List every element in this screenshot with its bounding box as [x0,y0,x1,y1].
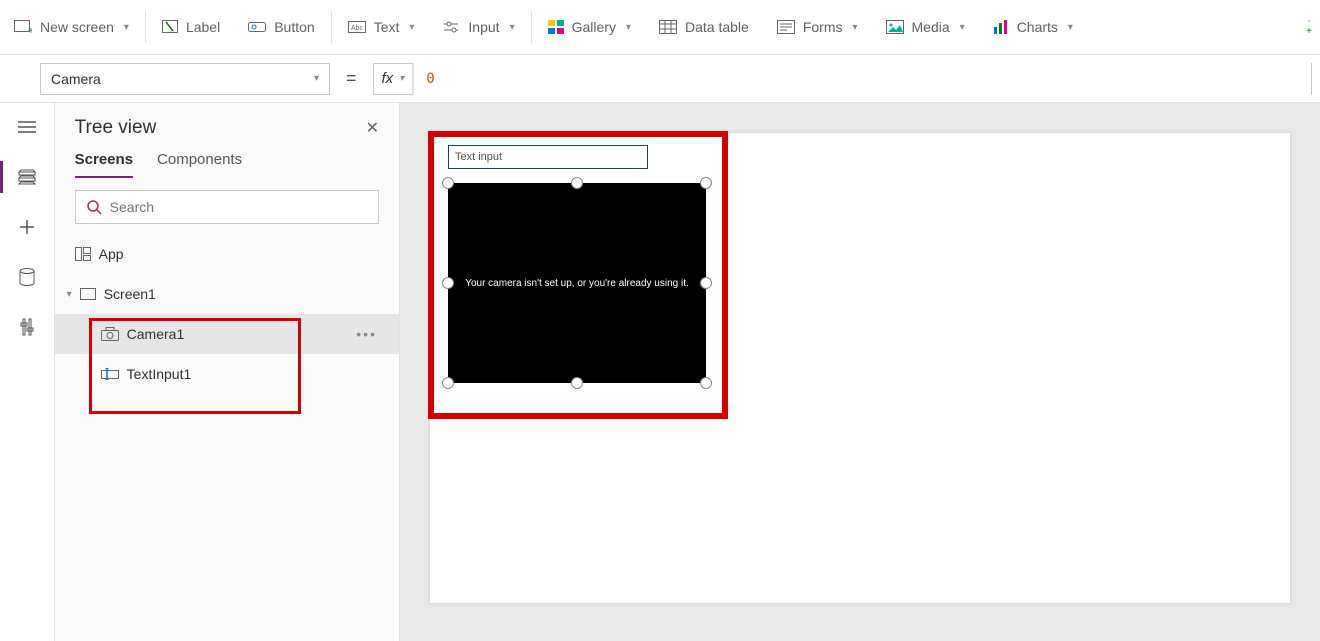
resize-handle-e[interactable] [700,277,712,289]
screen-icon: + [14,20,32,34]
plus-icon: + [1306,27,1312,37]
tree-node-label: TextInput1 [127,366,192,382]
app-icon [75,247,91,261]
new-screen-label: New screen [40,19,114,35]
resize-handle-nw[interactable] [442,177,454,189]
artboard-screen1[interactable]: Your camera isn't set up, or you're alre… [430,133,1290,603]
gallery-label: Gallery [572,19,616,35]
svg-text:Abc: Abc [351,25,364,32]
input-label: Input [468,19,499,35]
property-selector[interactable]: Camera ▾ [40,63,330,95]
main-area: Tree view ✕ Screens Components App ▾ Scr… [0,103,1320,641]
gallery-icon [548,20,564,34]
tree-node-app[interactable]: App [55,234,399,274]
canvas-text-input[interactable] [448,145,648,169]
tree-title: Tree view [75,117,157,139]
left-rail [0,103,55,641]
search-input[interactable] [110,199,368,215]
separator [145,11,146,43]
tree-tabs: Screens Components [55,145,399,178]
chevron-down-icon: ▾ [626,22,631,33]
charts-label: Charts [1017,19,1058,35]
chevron-down-icon: ▾ [314,73,319,84]
camera-icon [101,327,119,341]
tree-node-label: Camera1 [127,326,185,342]
media-icon [886,20,904,34]
tree-node-screen1[interactable]: ▾ Screen1 [55,274,399,314]
canvas-area[interactable]: Your camera isn't set up, or you're alre… [400,103,1320,641]
data-table-label: Data table [685,19,749,35]
canvas-camera-control[interactable]: Your camera isn't set up, or you're alre… [448,183,706,383]
hamburger-icon[interactable] [0,115,54,139]
label-icon [162,20,178,34]
camera-message: Your camera isn't set up, or you're alre… [465,278,689,289]
close-icon[interactable]: ✕ [366,118,379,138]
chevron-down-icon: ▾ [1068,22,1073,33]
formula-box: fx ▾ [373,63,1312,95]
tree-node-textinput1[interactable]: TextInput1 [55,354,399,394]
resize-handle-w[interactable] [442,277,454,289]
fx-button[interactable]: fx ▾ [374,64,414,94]
charts-icon [993,20,1009,34]
ribbon-overflow[interactable]: ◦ + [1306,17,1320,37]
tree-header: Tree view ✕ [55,103,399,145]
property-name: Camera [51,71,101,87]
formula-bar: Camera ▾ = fx ▾ [0,55,1320,103]
gallery-button[interactable]: Gallery ▾ [534,0,645,54]
button-button[interactable]: Button [234,0,328,54]
tree-node-label: App [99,246,124,262]
insert-rail-button[interactable] [0,215,54,239]
svg-text:+: + [28,26,32,34]
media-label: Media [912,19,950,35]
chevron-down-icon: ▾ [960,22,965,33]
tools-rail-button[interactable] [0,315,54,339]
resize-handle-ne[interactable] [700,177,712,189]
tree-node-camera1[interactable]: Camera1 ••• [55,314,399,354]
charts-button[interactable]: Charts ▾ [979,0,1087,54]
tree-view-rail-button[interactable] [0,165,54,189]
screen-icon [80,288,96,300]
forms-button[interactable]: Forms ▾ [763,0,872,54]
forms-label: Forms [803,19,843,35]
resize-handle-n[interactable] [571,177,583,189]
separator [331,11,332,43]
data-rail-button[interactable] [0,265,54,289]
resize-handle-sw[interactable] [442,377,454,389]
text-input-icon [101,368,119,380]
resize-handle-se[interactable] [700,377,712,389]
insert-ribbon: + New screen ▾ Label Button Abc Text ▾ I… [0,0,1320,55]
button-label: Button [274,19,314,35]
tab-screens[interactable]: Screens [75,145,133,178]
resize-handle-s[interactable] [571,377,583,389]
text-label: Text [374,19,400,35]
equals-sign: = [340,68,363,89]
media-button[interactable]: Media ▾ [872,0,979,54]
more-icon[interactable]: ••• [356,326,377,342]
fx-label: fx [382,70,394,87]
tree-node-label: Screen1 [104,286,156,302]
formula-input[interactable] [413,63,1311,95]
chevron-down-icon: ▾ [124,22,129,33]
new-screen-button[interactable]: + New screen ▾ [0,0,143,54]
text-icon: Abc [348,21,366,33]
input-button[interactable]: Input ▾ [428,0,528,54]
chevron-down-icon: ▾ [399,73,404,84]
tree-view-panel: Tree view ✕ Screens Components App ▾ Scr… [55,103,400,641]
separator [531,11,532,43]
button-icon [248,20,266,34]
chevron-down-icon: ▾ [852,22,857,33]
forms-icon [777,20,795,34]
chevron-down-icon: ▾ [409,22,414,33]
data-table-button[interactable]: Data table [645,0,763,54]
text-button[interactable]: Abc Text ▾ [334,0,429,54]
chevron-down-icon: ▾ [510,22,515,33]
input-icon [442,20,460,34]
tree-search[interactable] [75,190,379,224]
data-table-icon [659,20,677,34]
chevron-down-icon[interactable]: ▾ [67,289,72,300]
label-button[interactable]: Label [148,0,234,54]
tab-components[interactable]: Components [157,145,242,178]
search-icon [86,199,102,215]
label-label: Label [186,19,220,35]
